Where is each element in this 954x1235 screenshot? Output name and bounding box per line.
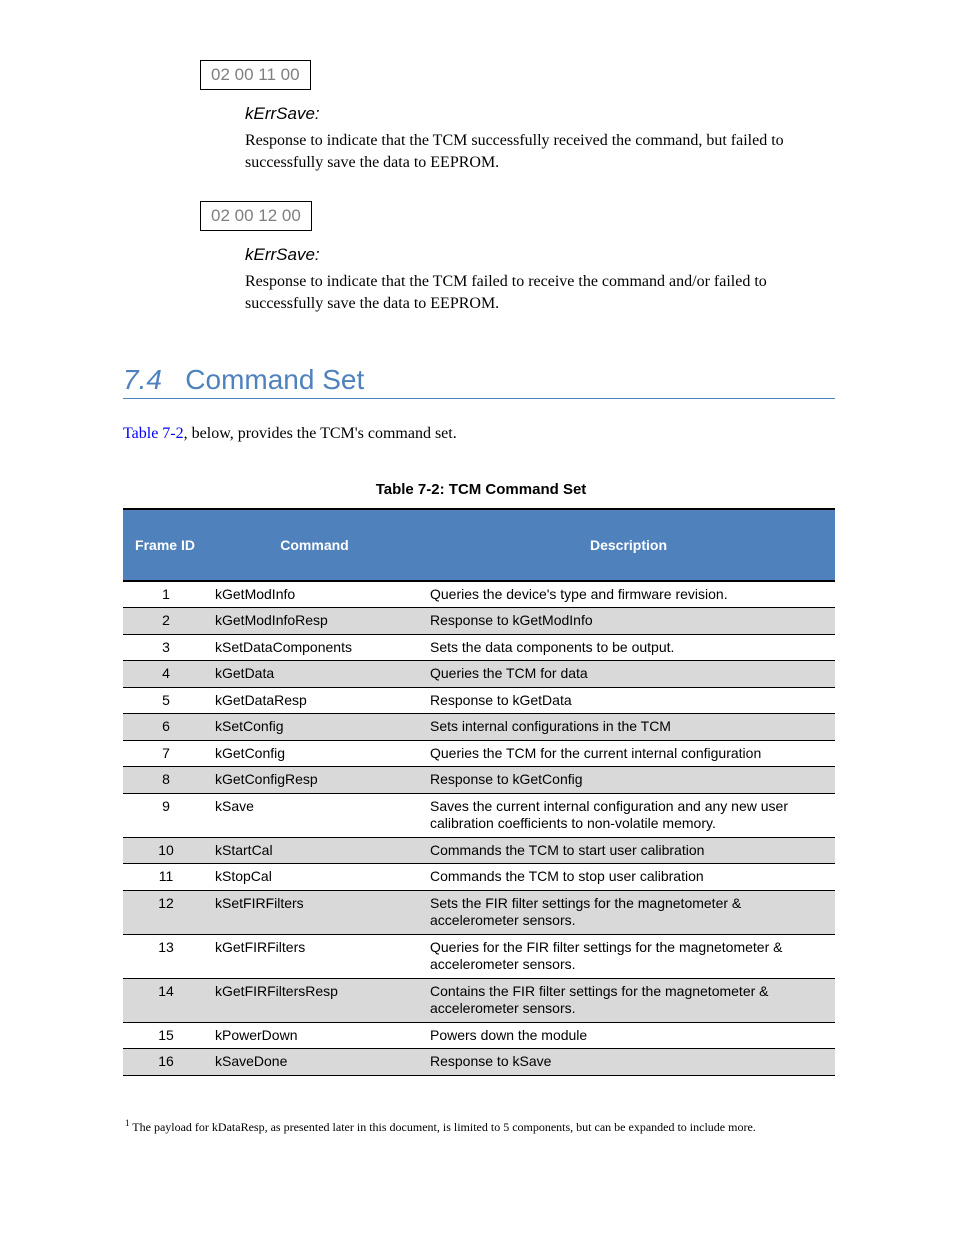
- cell-description: Saves the current internal configuration…: [422, 793, 835, 837]
- cell-description: Sets the FIR filter settings for the mag…: [422, 890, 835, 934]
- cell-frame-id: 4: [123, 661, 207, 688]
- param-desc-2: Response to indicate that the TCM failed…: [245, 271, 839, 314]
- table-row: 8kGetConfigRespResponse to kGetConfig: [123, 767, 835, 794]
- cell-frame-id: 11: [123, 864, 207, 891]
- cell-frame-id: 13: [123, 934, 207, 978]
- table-link: Table 7-2: [123, 425, 184, 442]
- cell-frame-id: 10: [123, 837, 207, 864]
- cell-description: Queries the device's type and firmware r…: [422, 581, 835, 608]
- cell-description: Response to kSave: [422, 1049, 835, 1076]
- cell-description: Response to kGetModInfo: [422, 608, 835, 635]
- table-row: 11kStopCalCommands the TCM to stop user …: [123, 864, 835, 891]
- cell-command: kGetModInfo: [207, 581, 422, 608]
- param-label-2: kErrSave:: [245, 245, 839, 265]
- th-frame-id: Frame ID: [123, 509, 207, 581]
- footnote-text: The payload for kDataResp, as presented …: [130, 1120, 756, 1134]
- cell-command: kSetFIRFilters: [207, 890, 422, 934]
- cell-command: kSave: [207, 793, 422, 837]
- cell-frame-id: 1: [123, 581, 207, 608]
- cell-description: Powers down the module: [422, 1022, 835, 1049]
- table-row: 3kSetDataComponentsSets the data compone…: [123, 634, 835, 661]
- cell-frame-id: 8: [123, 767, 207, 794]
- table-row: 1kGetModInfoQueries the device's type an…: [123, 581, 835, 608]
- datagram-block-2: 02 00 12 00 kErrSave: Response to indica…: [197, 201, 839, 314]
- cell-frame-id: 9: [123, 793, 207, 837]
- datagram-box-1: 02 00 11 00: [200, 60, 311, 90]
- cell-frame-id: 3: [123, 634, 207, 661]
- command-table: Frame ID Command Description 1kGetModInf…: [123, 508, 835, 1076]
- section-number: 7.4: [123, 364, 162, 395]
- footnote: 1 The payload for kDataResp, as presente…: [125, 1118, 839, 1135]
- cell-frame-id: 12: [123, 890, 207, 934]
- table-row: 2kGetModInfoRespResponse to kGetModInfo: [123, 608, 835, 635]
- cell-frame-id: 6: [123, 714, 207, 741]
- th-command: Command: [207, 509, 422, 581]
- table-row: 7kGetConfigQueries the TCM for the curre…: [123, 740, 835, 767]
- cell-command: kGetDataResp: [207, 687, 422, 714]
- intro-rest: , below, provides the TCM's command set.: [184, 425, 457, 442]
- cell-command: kStartCal: [207, 837, 422, 864]
- cell-description: Commands the TCM to stop user calibratio…: [422, 864, 835, 891]
- table-row: 10kStartCalCommands the TCM to start use…: [123, 837, 835, 864]
- param-label-1: kErrSave:: [245, 104, 839, 124]
- th-description: Description: [422, 509, 835, 581]
- cell-frame-id: 15: [123, 1022, 207, 1049]
- cell-frame-id: 16: [123, 1049, 207, 1076]
- cell-command: kGetFIRFilters: [207, 934, 422, 978]
- cell-command: kGetModInfoResp: [207, 608, 422, 635]
- section-rule: [123, 398, 835, 399]
- datagram-block-1: 02 00 11 00 kErrSave: Response to indica…: [197, 60, 839, 173]
- table-row: 4kGetDataQueries the TCM for data: [123, 661, 835, 688]
- table-row: 15kPowerDownPowers down the module: [123, 1022, 835, 1049]
- table-caption: Table 7-2: TCM Command Set: [123, 481, 839, 498]
- cell-description: Contains the FIR filter settings for the…: [422, 978, 835, 1022]
- cell-description: Queries the TCM for data: [422, 661, 835, 688]
- cell-description: Sets the data components to be output.: [422, 634, 835, 661]
- cell-frame-id: 7: [123, 740, 207, 767]
- cell-command: kPowerDown: [207, 1022, 422, 1049]
- cell-description: Queries the TCM for the current internal…: [422, 740, 835, 767]
- intro-paragraph: Table 7-2, below, provides the TCM's com…: [123, 423, 839, 445]
- cell-command: kGetData: [207, 661, 422, 688]
- table-row: 13kGetFIRFiltersQueries for the FIR filt…: [123, 934, 835, 978]
- cell-frame-id: 5: [123, 687, 207, 714]
- cell-command: kSetConfig: [207, 714, 422, 741]
- datagram-box-2: 02 00 12 00: [200, 201, 312, 231]
- cell-command: kSetDataComponents: [207, 634, 422, 661]
- cell-command: kGetConfigResp: [207, 767, 422, 794]
- cell-description: Response to kGetConfig: [422, 767, 835, 794]
- section-heading: 7.4 Command Set: [123, 364, 839, 396]
- table-row: 14kGetFIRFiltersRespContains the FIR fil…: [123, 978, 835, 1022]
- cell-frame-id: 14: [123, 978, 207, 1022]
- table-row: 9kSaveSaves the current internal configu…: [123, 793, 835, 837]
- table-header-row: Frame ID Command Description: [123, 509, 835, 581]
- table-row: 6kSetConfigSets internal configurations …: [123, 714, 835, 741]
- cell-command: kGetFIRFiltersResp: [207, 978, 422, 1022]
- table-row: 12kSetFIRFiltersSets the FIR filter sett…: [123, 890, 835, 934]
- cell-frame-id: 2: [123, 608, 207, 635]
- cell-description: Sets internal configurations in the TCM: [422, 714, 835, 741]
- param-desc-1: Response to indicate that the TCM succes…: [245, 130, 839, 173]
- table-row: 5kGetDataRespResponse to kGetData: [123, 687, 835, 714]
- section-title: Command Set: [185, 364, 364, 395]
- cell-command: kGetConfig: [207, 740, 422, 767]
- table-row: 16kSaveDoneResponse to kSave: [123, 1049, 835, 1076]
- cell-description: Commands the TCM to start user calibrati…: [422, 837, 835, 864]
- cell-description: Response to kGetData: [422, 687, 835, 714]
- cell-description: Queries for the FIR filter settings for …: [422, 934, 835, 978]
- cell-command: kSaveDone: [207, 1049, 422, 1076]
- cell-command: kStopCal: [207, 864, 422, 891]
